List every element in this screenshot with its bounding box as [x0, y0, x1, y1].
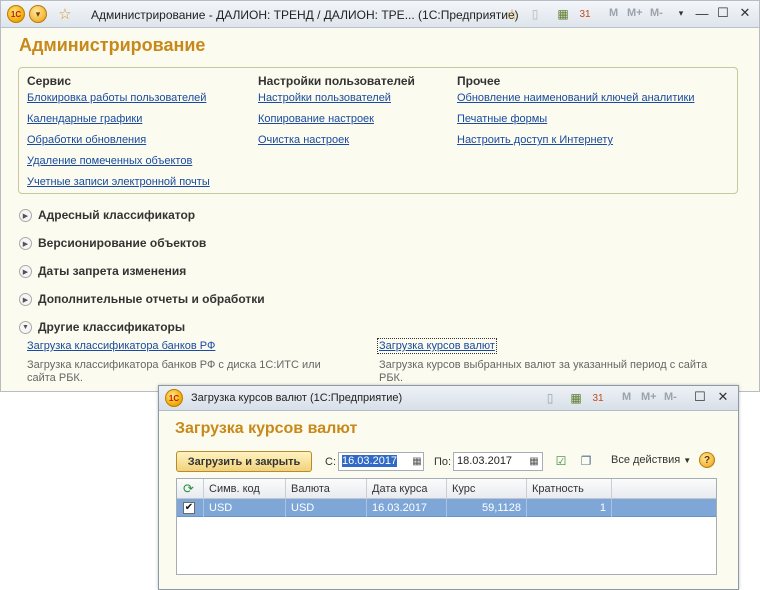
link-update-handlers[interactable]: Обработки обновления: [27, 134, 146, 146]
link-email-accounts[interactable]: Учетные записи электронной почты: [27, 176, 210, 188]
from-date-label: С:: [325, 456, 336, 468]
collapse-arrow-icon[interactable]: ▼: [19, 321, 32, 334]
help-icon[interactable]: ?: [699, 452, 715, 468]
row-checkbox[interactable]: ✔: [183, 502, 195, 514]
minimize-icon[interactable]: —: [694, 5, 710, 21]
main-titlebar: 1С ▾ ☆ Администрирование - ДАЛИОН: ТРЕНД…: [1, 1, 759, 28]
dialog-title: Загрузка курсов валют (1С:Предприятие): [191, 392, 403, 404]
link-user-settings[interactable]: Настройки пользователей: [258, 92, 391, 104]
expand-arrow-icon[interactable]: ▶: [19, 209, 32, 222]
app-logo-icon[interactable]: 1С: [7, 5, 25, 23]
cell-date[interactable]: 16.03.2017: [367, 499, 447, 517]
refresh-icon[interactable]: ⟳: [177, 479, 204, 499]
calendar-icon[interactable]: 31: [576, 5, 594, 23]
dialog-memory-minus-button[interactable]: M-: [664, 391, 677, 403]
dialog-memory-m-button[interactable]: M: [622, 391, 631, 403]
load-and-close-button[interactable]: Загрузить и закрыть: [176, 451, 312, 472]
calculator-icon[interactable]: ▦: [554, 5, 572, 23]
cell-rate[interactable]: 59,1128: [447, 499, 527, 517]
memory-minus-button[interactable]: M-: [650, 7, 663, 19]
add-favorite-icon[interactable]: ☆: [503, 5, 521, 23]
main-window-title: Администрирование - ДАЛИОН: ТРЕНД / ДАЛИ…: [91, 8, 519, 22]
group-label[interactable]: Даты запрета изменения: [38, 264, 186, 278]
dialog-close-icon[interactable]: ✕: [715, 389, 731, 405]
dialog-heading: Загрузка курсов валют: [175, 420, 358, 437]
link-icon[interactable]: ▯: [526, 5, 544, 23]
link-clear-settings[interactable]: Очистка настроек: [258, 134, 349, 146]
cell-currency[interactable]: USD: [286, 499, 367, 517]
copy-rows-icon[interactable]: ❐: [578, 453, 594, 469]
group-label[interactable]: Версионирование объектов: [38, 236, 206, 250]
dialog-calculator-icon[interactable]: ▦: [567, 389, 585, 407]
page-title: Администрирование: [19, 35, 206, 55]
col-header-multiplier[interactable]: Кратность: [527, 479, 612, 499]
link-print-forms[interactable]: Печатные формы: [457, 113, 547, 125]
memory-plus-button[interactable]: M+: [627, 7, 643, 19]
dialog-link-icon[interactable]: ▯: [541, 389, 559, 407]
column-heading-other: Прочее: [457, 74, 501, 88]
desc-load-bank-classifier: Загрузка классификатора банков РФ с диск…: [27, 359, 321, 384]
menu-dropdown-icon[interactable]: ▾: [29, 5, 47, 23]
from-date-value[interactable]: 16.03.2017: [342, 455, 398, 467]
group-label[interactable]: Дополнительные отчеты и обработки: [38, 292, 265, 306]
group-label[interactable]: Адресный классификатор: [38, 208, 195, 222]
col-header-date[interactable]: Дата курса: [367, 479, 447, 499]
dialog-maximize-icon[interactable]: ☐: [692, 389, 708, 405]
link-block-users[interactable]: Блокировка работы пользователей: [27, 92, 206, 104]
link-load-bank-classifier[interactable]: Загрузка классификатора банков РФ: [27, 340, 215, 352]
col-header-code[interactable]: Симв. код: [204, 479, 286, 499]
dropdown-arrow-icon[interactable]: ▼: [683, 456, 691, 465]
from-date-calendar-icon[interactable]: ▦: [410, 454, 424, 468]
expand-arrow-icon[interactable]: ▶: [19, 293, 32, 306]
link-internet-access[interactable]: Настроить доступ к Интернету: [457, 134, 613, 146]
window-menu-icon[interactable]: ▾: [673, 5, 689, 21]
all-actions-label[interactable]: Все действия: [611, 454, 680, 466]
col-header-rate[interactable]: Курс: [447, 479, 527, 499]
column-heading-user-settings: Настройки пользователей: [258, 74, 415, 88]
col-header-currency[interactable]: Валюта: [286, 479, 367, 499]
link-delete-marked[interactable]: Удаление помеченных объектов: [27, 155, 192, 167]
currency-rates-dialog: 1С Загрузка курсов валют (1С:Предприятие…: [158, 385, 739, 590]
table-row[interactable]: ✔ USD USD 16.03.2017 59,1128 1: [177, 499, 716, 517]
column-heading-service: Сервис: [27, 74, 72, 88]
to-date-label: По:: [434, 456, 452, 468]
main-window: 1С ▾ ☆ Администрирование - ДАЛИОН: ТРЕНД…: [0, 0, 760, 392]
cell-multiplier[interactable]: 1: [527, 499, 612, 517]
desc-load-currency-rates: Загрузка курсов выбранных валют за указа…: [379, 359, 708, 384]
dialog-app-logo-icon[interactable]: 1С: [165, 389, 183, 407]
to-date-value[interactable]: 18.03.2017: [457, 455, 512, 467]
select-all-icon[interactable]: ☑: [553, 453, 569, 469]
favorite-star-icon[interactable]: ☆: [56, 5, 74, 23]
links-panel: Сервис Блокировка работы пользователей К…: [18, 67, 738, 194]
dialog-memory-plus-button[interactable]: M+: [641, 391, 657, 403]
to-date-calendar-icon[interactable]: ▦: [527, 454, 541, 468]
all-actions-menu[interactable]: Все действия ▼: [611, 454, 691, 466]
close-icon[interactable]: ✕: [737, 5, 753, 21]
group-label[interactable]: Другие классификаторы: [38, 320, 185, 334]
cell-code[interactable]: USD: [204, 499, 286, 517]
maximize-icon[interactable]: ☐: [715, 5, 731, 21]
link-calendars[interactable]: Календарные графики: [27, 113, 142, 125]
dialog-calendar-icon[interactable]: 31: [589, 389, 607, 407]
expand-arrow-icon[interactable]: ▶: [19, 265, 32, 278]
dialog-titlebar: 1С Загрузка курсов валют (1С:Предприятие…: [159, 386, 738, 411]
link-load-currency-rates[interactable]: Загрузка курсов валют: [377, 338, 497, 354]
link-copy-settings[interactable]: Копирование настроек: [258, 113, 374, 125]
currency-table[interactable]: ⟳ Симв. код Валюта Дата курса Курс Кратн…: [176, 478, 717, 575]
link-update-analytics-keys[interactable]: Обновление наименований ключей аналитики: [457, 92, 694, 104]
memory-m-button[interactable]: M: [609, 7, 618, 19]
expand-arrow-icon[interactable]: ▶: [19, 237, 32, 250]
row-check-cell[interactable]: ✔: [177, 499, 204, 517]
table-header: ⟳ Симв. код Валюта Дата курса Курс Кратн…: [177, 479, 716, 499]
